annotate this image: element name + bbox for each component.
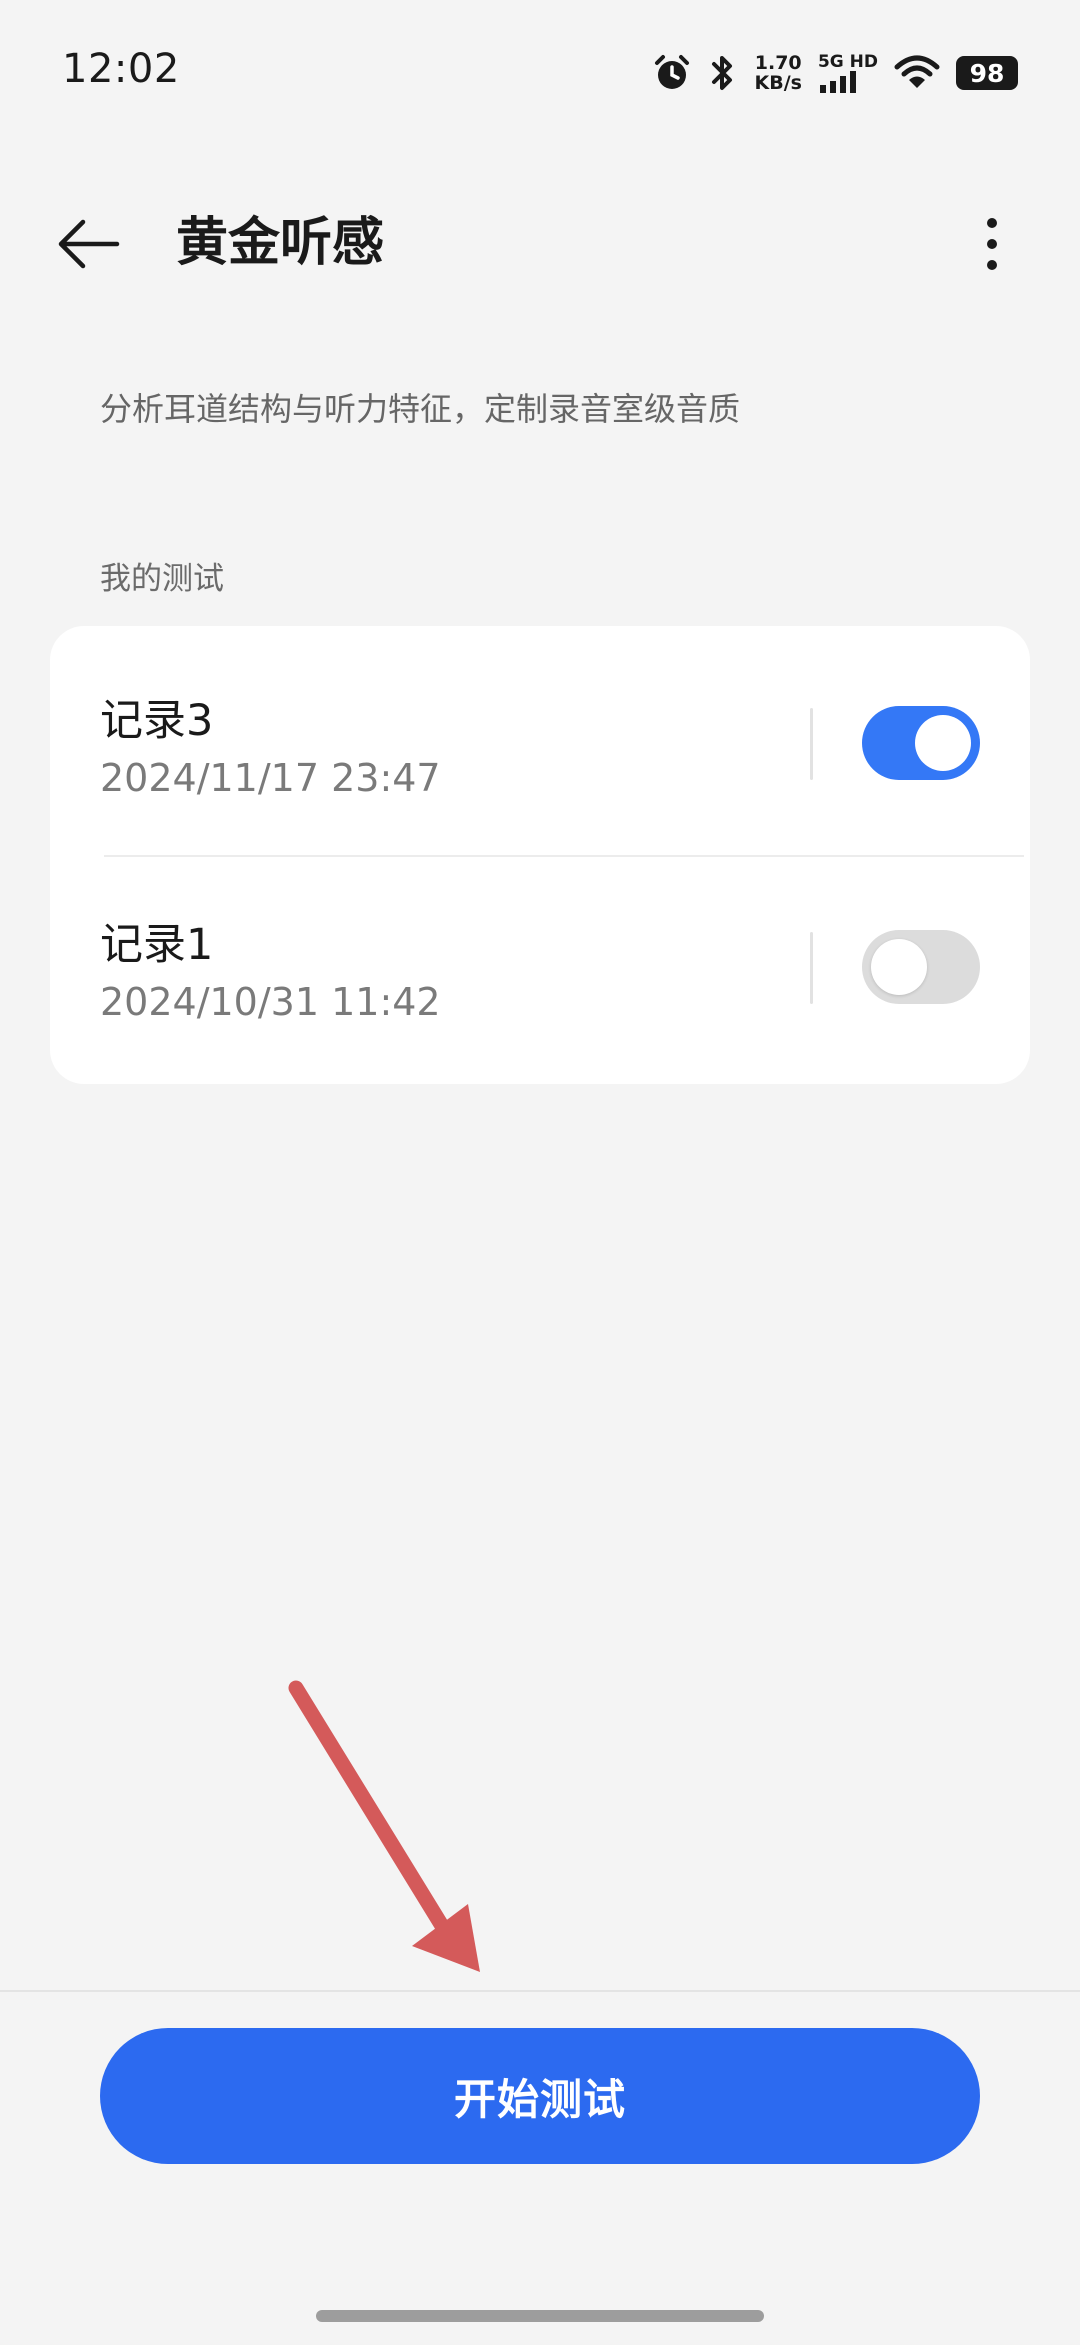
- alarm-icon: [655, 55, 690, 89]
- record-row[interactable]: 记录3 2024/11/17 23:47: [50, 626, 1030, 850]
- record-date: 2024/11/17 23:47: [100, 756, 441, 800]
- feature-description: 分析耳道结构与听力特征，定制录音室级音质: [100, 390, 741, 428]
- record-title: 记录3: [100, 696, 214, 746]
- signal-icon: [819, 70, 856, 93]
- section-label-my-tests: 我的测试: [100, 561, 224, 597]
- home-indicator[interactable]: [316, 2310, 764, 2322]
- cellular-status: 5G HD: [817, 51, 878, 93]
- record-date: 2024/10/31 11:42: [100, 980, 441, 1024]
- toggle-knob: [871, 939, 927, 995]
- wifi-icon: [894, 55, 940, 88]
- page-title: 黄金听感: [176, 213, 385, 273]
- more-dot-icon: [987, 218, 997, 228]
- annotation-arrow-icon: [288, 1680, 480, 1972]
- more-dot-icon: [987, 260, 997, 270]
- record-toggle-switch[interactable]: [862, 930, 980, 1004]
- start-test-button[interactable]: 开始测试: [100, 2028, 980, 2164]
- speed-value: 1.70: [754, 52, 802, 74]
- speed-unit: KB/s: [754, 72, 802, 94]
- arrow-left-icon: [58, 219, 120, 269]
- network-type: 5G HD: [817, 51, 878, 72]
- battery-indicator: 98: [956, 56, 1018, 90]
- toggle-knob: [915, 715, 971, 771]
- record-title: 记录1: [100, 920, 214, 970]
- row-divider: [810, 708, 813, 780]
- more-options-button[interactable]: [962, 204, 1022, 284]
- back-button[interactable]: [48, 206, 128, 282]
- status-time: 12:02: [62, 46, 180, 92]
- more-dot-icon: [987, 239, 997, 249]
- record-toggle-switch[interactable]: [862, 706, 980, 780]
- status-icons: 1.70 KB/s 5G HD 98: [652, 50, 1018, 96]
- network-speed: 1.70 KB/s: [754, 53, 801, 93]
- record-row[interactable]: 记录1 2024/10/31 11:42: [50, 852, 1030, 1076]
- bluetooth-icon: [712, 56, 733, 90]
- bottom-separator: [0, 1990, 1080, 1992]
- records-card: 记录3 2024/11/17 23:47 记录1 2024/10/31 11:4…: [50, 626, 1030, 1084]
- row-divider: [810, 932, 813, 1004]
